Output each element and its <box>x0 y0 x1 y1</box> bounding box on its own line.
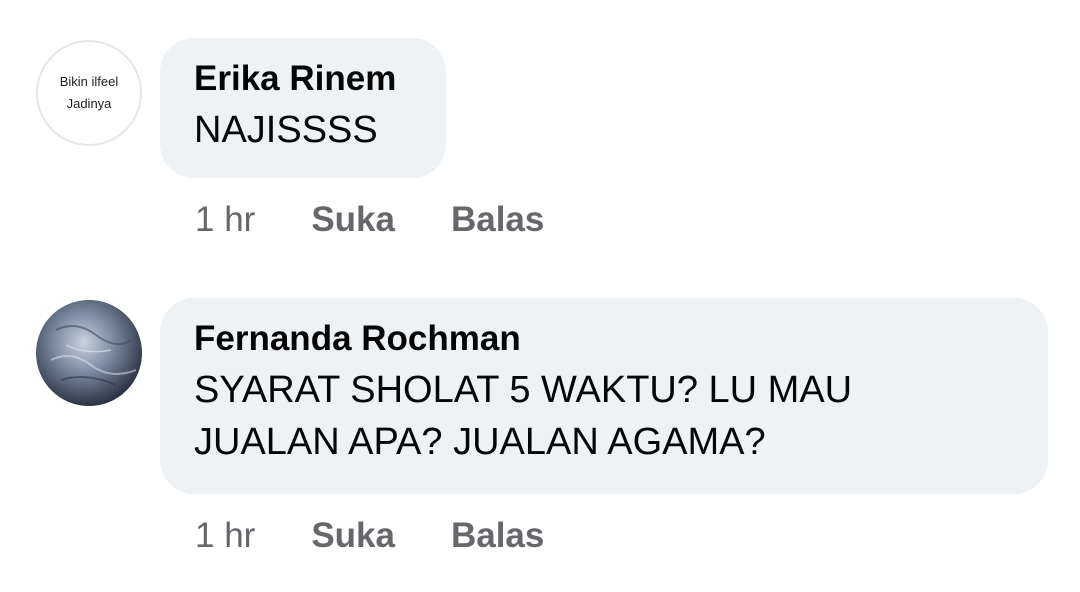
comment-bubble: Fernanda Rochman SYARAT SHOLAT 5 WAKTU? … <box>160 298 1048 494</box>
comment-text-line1: SYARAT SHOLAT 5 WAKTU? LU MAU <box>194 369 853 411</box>
comment-timestamp[interactable]: 1 hr <box>195 516 255 556</box>
comment-item: Fernanda Rochman SYARAT SHOLAT 5 WAKTU? … <box>0 0 1080 592</box>
like-button[interactable]: Suka <box>311 516 395 556</box>
comment-author[interactable]: Fernanda Rochman <box>194 318 1014 360</box>
comment-text-line2: JUALAN APA? JUALAN AGAMA? <box>194 421 766 463</box>
comment-actions: 1 hr Suka Balas <box>195 516 544 556</box>
reply-button[interactable]: Balas <box>451 516 544 556</box>
avatar[interactable] <box>36 300 142 406</box>
avatar-photo-icon <box>36 300 142 406</box>
